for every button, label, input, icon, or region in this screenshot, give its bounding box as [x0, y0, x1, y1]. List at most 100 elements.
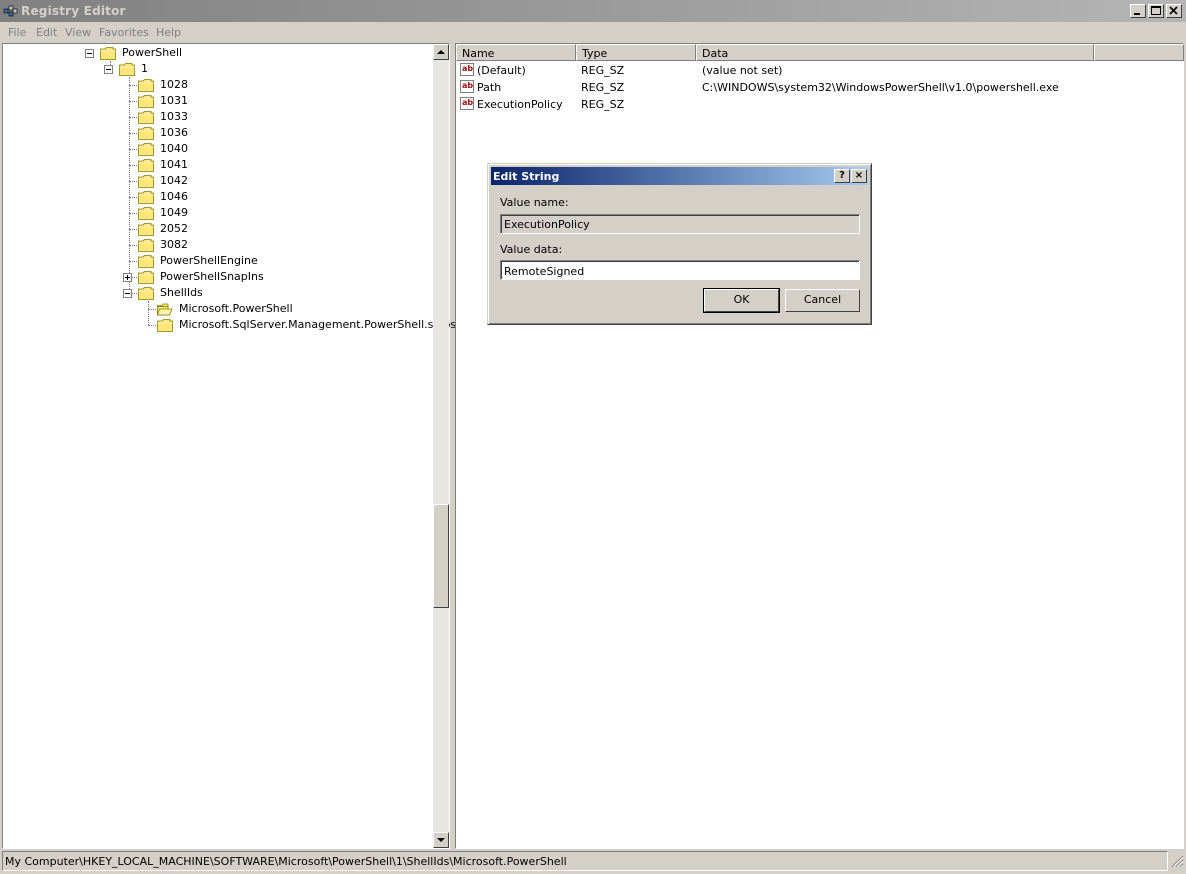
- tree-connector-line: [148, 325, 156, 327]
- tree-connector-line: [129, 165, 137, 167]
- maximize-button[interactable]: [1148, 4, 1164, 18]
- tree-node[interactable]: 1049: [3, 205, 433, 221]
- minimize-button[interactable]: [1130, 4, 1146, 18]
- collapse-minus-icon[interactable]: [123, 289, 132, 298]
- folder-open-icon: [156, 303, 173, 316]
- menu-edit[interactable]: Edit: [36, 26, 57, 39]
- column-header-data[interactable]: Data: [696, 44, 1094, 61]
- tree-connector-line: [129, 181, 137, 183]
- dialog-close-button[interactable]: ×: [851, 169, 867, 183]
- folder-icon: [138, 287, 154, 300]
- tree-node[interactable]: 1: [3, 61, 433, 77]
- tree-node-label: PowerShellSnapIns: [160, 270, 264, 283]
- tree-node[interactable]: PowerShellEngine: [3, 253, 433, 269]
- tree-node[interactable]: 1046: [3, 189, 433, 205]
- tree-node-label: Microsoft.PowerShell: [179, 302, 293, 315]
- key-tree-pane[interactable]: PowerShell 1 1028 1031 1033 1036 1040 1041 1042 1…: [2, 43, 456, 849]
- tree-node[interactable]: ShellIds: [3, 285, 433, 301]
- value-row[interactable]: ab Path REG_SZ C:\WINDOWS\system32\WindowsP…: [456, 79, 1176, 96]
- tree-node[interactable]: PowerShell: [3, 45, 433, 61]
- dialog-title: Edit String: [493, 170, 560, 183]
- arrow-down-icon: [437, 838, 445, 842]
- tree-node-label: 1049: [160, 206, 188, 219]
- folder-icon: [138, 223, 154, 236]
- column-header-type[interactable]: Type: [576, 44, 696, 61]
- menu-help[interactable]: Help: [156, 26, 181, 39]
- window-titlebar[interactable]: Registry Editor: [0, 0, 1186, 22]
- collapse-minus-icon[interactable]: [85, 49, 94, 58]
- tree-connector-line: [129, 261, 137, 263]
- tree-node[interactable]: 1040: [3, 141, 433, 157]
- folder-icon: [138, 111, 154, 124]
- value-name: (Default): [477, 64, 526, 77]
- tree-node[interactable]: 1033: [3, 109, 433, 125]
- ok-button[interactable]: OK: [703, 288, 780, 313]
- tree-node-label: 1040: [160, 142, 188, 155]
- tree-connector-line: [129, 101, 137, 103]
- tree-node[interactable]: Microsoft.SqlServer.Management.PowerShel…: [3, 317, 456, 333]
- value-data: (value not set): [702, 64, 783, 77]
- tree-connector-line: [129, 197, 137, 199]
- tree-connector-line: [129, 229, 137, 231]
- maximize-icon: [1151, 6, 1161, 15]
- column-header-name[interactable]: Name: [456, 44, 576, 61]
- tree-node[interactable]: 1036: [3, 125, 433, 141]
- folder-icon: [138, 159, 154, 172]
- scroll-down-button[interactable]: [433, 832, 449, 848]
- tree-node-label: 1: [141, 62, 148, 75]
- folder-icon: [138, 175, 154, 188]
- tree-node[interactable]: 2052: [3, 221, 433, 237]
- close-button[interactable]: [1166, 4, 1182, 18]
- window-title: Registry Editor: [21, 4, 126, 18]
- folder-icon: [138, 255, 154, 268]
- value-name: Path: [477, 81, 502, 94]
- folder-icon: [138, 95, 154, 108]
- tree-node-label: 1031: [160, 94, 188, 107]
- tree-node[interactable]: 1041: [3, 157, 433, 173]
- help-button[interactable]: ?: [834, 169, 850, 183]
- tree-node-label: 1042: [160, 174, 188, 187]
- registry-editor-icon: [3, 5, 18, 17]
- tree-vertical-scrollbar[interactable]: [433, 44, 449, 848]
- string-value-icon: ab: [460, 80, 474, 93]
- close-icon: ×: [854, 170, 864, 181]
- menu-view[interactable]: View: [65, 26, 91, 39]
- folder-icon: [138, 143, 154, 156]
- arrow-up-icon: [437, 50, 445, 54]
- tree-node-label: PowerShellEngine: [160, 254, 258, 267]
- value-data-input[interactable]: [500, 260, 860, 280]
- menu-favorites[interactable]: Favorites: [99, 26, 149, 39]
- folder-icon: [100, 47, 116, 60]
- dialog-titlebar[interactable]: Edit String ? ×: [491, 167, 868, 185]
- tree-node-label: 1036: [160, 126, 188, 139]
- scroll-up-button[interactable]: [433, 44, 449, 60]
- value-name-label: Value name:: [500, 196, 569, 209]
- tree-node[interactable]: PowerShellSnapIns: [3, 269, 433, 285]
- tree-node[interactable]: 1042: [3, 173, 433, 189]
- tree-node-label: 1028: [160, 78, 188, 91]
- column-header-filler: [1094, 44, 1184, 61]
- resize-grip-icon[interactable]: [1170, 853, 1184, 869]
- collapse-minus-icon[interactable]: [104, 65, 113, 74]
- value-name: ExecutionPolicy: [477, 98, 563, 111]
- cancel-button[interactable]: Cancel: [785, 289, 860, 312]
- folder-icon: [119, 63, 135, 76]
- folder-icon: [138, 207, 154, 220]
- minimize-icon: [1134, 13, 1140, 15]
- tree-node[interactable]: 3082: [3, 237, 433, 253]
- string-value-icon: ab: [460, 97, 474, 110]
- tree-node[interactable]: Microsoft.PowerShell: [3, 301, 433, 317]
- tree-connector-line: [129, 213, 137, 215]
- tree-node[interactable]: 1028: [3, 77, 433, 93]
- tree-connector-line: [129, 133, 137, 135]
- tree-node[interactable]: 1031: [3, 93, 433, 109]
- expand-plus-icon[interactable]: [123, 273, 132, 282]
- scroll-thumb[interactable]: [433, 504, 449, 608]
- folder-icon: [138, 271, 154, 284]
- tree-node-label: 2052: [160, 222, 188, 235]
- value-row[interactable]: ab ExecutionPolicy REG_SZ: [456, 96, 1176, 113]
- help-icon: ?: [839, 170, 845, 181]
- menu-file[interactable]: File: [8, 26, 26, 39]
- tree-connector-line: [129, 85, 137, 87]
- value-row[interactable]: ab (Default) REG_SZ (value not set): [456, 62, 1176, 79]
